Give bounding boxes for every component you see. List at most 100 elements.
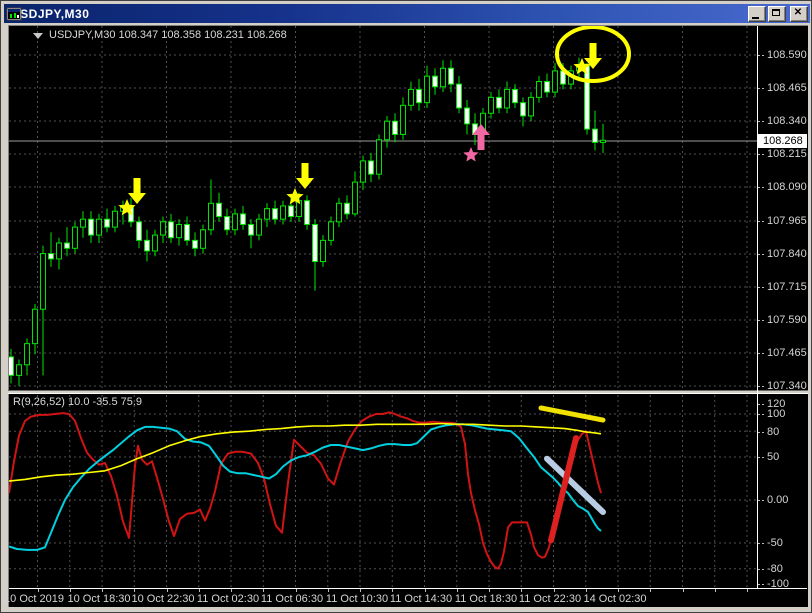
oscillator-tick	[758, 500, 764, 501]
candle	[464, 107, 470, 125]
close-icon: ✕	[793, 6, 803, 18]
price-label: 108.590	[767, 49, 807, 61]
oscillator-tick	[758, 404, 764, 405]
time-axis-border	[9, 588, 807, 589]
price-tick	[758, 121, 764, 122]
main-price-chart[interactable]	[9, 26, 757, 389]
oscillator-label: 50	[767, 451, 780, 463]
time-tick	[37, 589, 39, 592]
candle	[488, 96, 494, 114]
candle	[112, 210, 118, 228]
price-tick	[758, 386, 764, 387]
candle	[400, 104, 406, 135]
price-tick	[758, 55, 764, 56]
maximize-icon	[772, 8, 780, 16]
price-label: 107.965	[767, 215, 807, 227]
oscillator-tick	[758, 414, 764, 415]
price-tick	[758, 221, 764, 222]
oscillator-line-cyan	[9, 423, 602, 551]
oscillator-label: 80	[767, 426, 780, 438]
oscillator-tick	[758, 432, 764, 433]
price-tick	[758, 187, 764, 188]
candle	[192, 239, 198, 249]
time-tick	[198, 589, 200, 592]
candle	[40, 253, 46, 310]
candle	[208, 202, 214, 231]
candle	[512, 88, 518, 104]
candle	[160, 221, 166, 236]
price-label: 107.465	[767, 347, 807, 359]
time-tick	[650, 589, 652, 592]
oscillator-label: -80	[767, 563, 783, 575]
close-button[interactable]: ✕	[790, 5, 808, 22]
candle	[416, 88, 422, 104]
price-tick	[758, 320, 764, 321]
title-bar[interactable]: USDJPY,M30 ✕	[4, 4, 810, 23]
price-tick	[758, 154, 764, 155]
sell-arrow-icon	[296, 163, 314, 189]
price-tick	[758, 287, 764, 288]
time-tick	[231, 589, 232, 592]
candle	[96, 218, 102, 236]
candle	[328, 221, 334, 241]
candle	[288, 205, 294, 218]
time-label: 14 Oct 02:30	[583, 593, 647, 605]
time-tick	[134, 589, 136, 592]
oscillator-line-red	[9, 411, 602, 570]
candle	[440, 67, 446, 88]
red-trendline[interactable]	[548, 435, 579, 544]
candle	[320, 239, 326, 263]
time-tick	[424, 589, 426, 592]
candle	[304, 200, 310, 225]
ohlc-header: USDJPY,M30 108.347 108.358 108.231 108.2…	[49, 29, 287, 41]
symbol-dropdown-icon[interactable]	[33, 33, 43, 39]
candle	[264, 208, 270, 220]
oscillator-panel[interactable]	[9, 395, 757, 588]
minimize-button[interactable]	[748, 5, 766, 22]
oscillator-label: -50	[767, 537, 783, 549]
candle	[584, 65, 590, 130]
time-tick	[521, 589, 523, 592]
candle	[152, 234, 158, 252]
window-title: USDJPY,M30	[11, 6, 90, 21]
price-label: 108.340	[767, 115, 807, 127]
price-label: 107.340	[767, 380, 807, 392]
candle	[536, 80, 542, 98]
oscillator-tick	[758, 457, 764, 458]
time-tick	[360, 589, 361, 592]
time-tick	[263, 589, 265, 592]
time-tick	[747, 589, 748, 592]
time-tick	[489, 589, 490, 592]
candle	[368, 160, 374, 175]
candle	[104, 218, 110, 228]
candle	[240, 213, 246, 225]
panel-separator[interactable]	[8, 390, 808, 394]
candle	[592, 128, 598, 143]
candle	[600, 139, 606, 143]
oscillator-tick	[758, 584, 764, 585]
candle	[9, 356, 14, 376]
candle	[272, 208, 278, 220]
candle	[376, 139, 382, 175]
application-window: USDJPY,M30 ✕ USDJPY,M30 108.347 108.358 …	[0, 0, 812, 613]
candles-layer	[9, 57, 606, 386]
candle	[216, 202, 222, 218]
candle	[32, 308, 38, 345]
candle	[544, 80, 550, 93]
maximize-button[interactable]	[768, 5, 786, 22]
candle	[224, 216, 230, 231]
time-tick	[714, 589, 716, 592]
time-tick	[618, 589, 619, 592]
price-label: 107.590	[767, 314, 807, 326]
price-tick	[758, 353, 764, 354]
oscillator-label: 0.00	[767, 494, 789, 506]
candle	[56, 242, 62, 260]
oscillator-tick	[758, 543, 764, 544]
candle	[432, 75, 438, 88]
candle	[48, 253, 54, 260]
candle	[184, 223, 190, 241]
candle	[136, 221, 142, 241]
candle	[176, 223, 182, 239]
candle	[344, 202, 350, 215]
candle	[456, 83, 462, 109]
